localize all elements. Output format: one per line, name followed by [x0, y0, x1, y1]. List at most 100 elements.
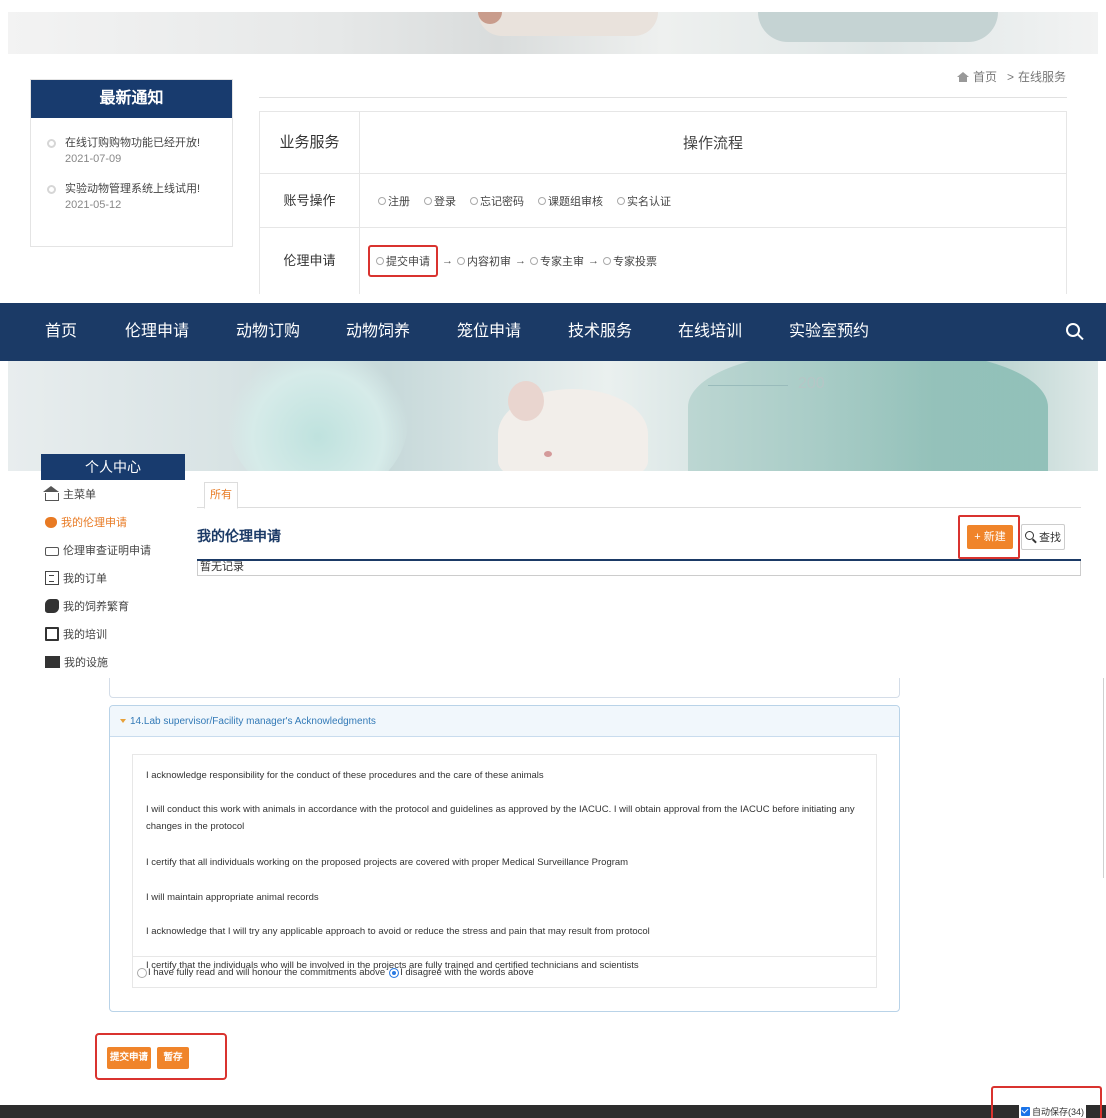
step-initial-review[interactable]: 内容初审 [457, 253, 511, 269]
disagree-label[interactable]: I disagree with the words above [400, 967, 534, 978]
notice-item-title[interactable]: 实验动物管理系统上线试用! [65, 182, 232, 196]
hero-flask-shape [228, 361, 408, 471]
find-button[interactable]: 查找 [1021, 524, 1065, 550]
printer-icon [45, 547, 59, 556]
page-title: 我的伦理申请 [197, 528, 281, 544]
header-business-service: 业务服务 [260, 112, 360, 173]
step-login[interactable]: 登录 [424, 193, 456, 209]
banner-mouse-shape [478, 12, 658, 36]
flow-header-row: 业务服务 操作流程 [260, 112, 1066, 174]
previous-section-edge [109, 678, 900, 698]
notice-item-date: 2021-07-09 [65, 153, 122, 165]
ack-statement: I acknowledge that I will try any applic… [146, 926, 650, 937]
breadcrumb-current: 在线服务 [1017, 70, 1066, 84]
notice-item[interactable]: 在线订购购物功能已经开放! 2021-07-09 [31, 136, 232, 166]
training-icon [45, 627, 59, 641]
bullet-icon [47, 139, 56, 148]
flow-row-ethics: 伦理申请 提交申请 → 内容初审 → 专家主审 → 专家投票 [260, 228, 1066, 294]
sidebar-item-my-breeding[interactable]: 我的饲养繁育 [41, 592, 185, 620]
sidebar-item-main-menu[interactable]: 主菜单 [41, 480, 185, 508]
notice-item-title[interactable]: 在线订购购物功能已经开放! [65, 136, 232, 150]
hero-scale-text: 200 [798, 375, 825, 392]
search-icon[interactable] [1066, 323, 1084, 341]
agree-label[interactable]: I have fully read and will honour the co… [148, 967, 385, 978]
step-register[interactable]: 注册 [378, 193, 410, 209]
footer-bar [0, 1105, 1106, 1118]
sidebar-item-my-orders[interactable]: 我的订单 [41, 564, 185, 592]
circle-icon [376, 257, 384, 265]
new-button[interactable]: + 新建 [967, 525, 1013, 549]
personal-center-sidebar: 个人中心 主菜单 我的伦理申请 伦理审查证明申请 我的订单 我的饲养繁育 我的培… [41, 454, 185, 676]
ethics-steps: 提交申请 → 内容初审 → 专家主审 → 专家投票 [360, 228, 1066, 294]
arrow-icon: → [442, 255, 453, 267]
flow-row-account: 账号操作 注册 登录 忘记密码 课题组审核 实名认证 [260, 174, 1066, 228]
tab-bar: 所有 [197, 478, 1081, 509]
disagree-radio[interactable] [389, 967, 400, 978]
animal-icon [45, 599, 59, 613]
arrow-icon: → [588, 255, 599, 267]
agree-radio[interactable] [137, 967, 147, 978]
banner-image [8, 12, 1098, 54]
ack-statement: I acknowledge responsibility for the con… [146, 770, 544, 781]
sidebar-item-my-ethics[interactable]: 我的伦理申请 [41, 508, 185, 536]
breadcrumb-home[interactable]: 首页 [973, 68, 997, 85]
circle-icon [617, 196, 625, 205]
row-label-ethics: 伦理申请 [260, 228, 360, 294]
nav-cage-application[interactable]: 笼位申请 [457, 303, 521, 361]
nav-lab-booking[interactable]: 实验室预约 [789, 303, 869, 361]
sidebar-item-my-training[interactable]: 我的培训 [41, 620, 185, 648]
account-steps: 注册 登录 忘记密码 课题组审核 实名认证 [360, 174, 1066, 227]
circle-icon [424, 196, 432, 205]
nav-online-training[interactable]: 在线培训 [678, 303, 742, 361]
ack-statement: I will conduct this work with animals in… [146, 804, 855, 832]
save-draft-button[interactable]: 暂存 [157, 1047, 189, 1069]
ack-statement: I will maintain appropriate animal recor… [146, 892, 319, 903]
home-icon [43, 486, 59, 501]
row-label-account: 账号操作 [260, 174, 360, 227]
acknowledgment-form-panel: 14.Lab supervisor/Facility manager's Ack… [0, 678, 1106, 1118]
step-expert-review[interactable]: 专家主审 [530, 253, 584, 269]
bullet-icon [47, 185, 56, 194]
circle-icon [457, 257, 465, 265]
search-icon [1025, 531, 1037, 544]
empty-record-text: 暂无记录 [197, 561, 1081, 576]
breadcrumb-separator: > [1006, 69, 1014, 84]
step-submit-application[interactable]: 提交申请 [368, 245, 438, 277]
sidebar-item-ethics-certificate[interactable]: 伦理审查证明申请 [41, 536, 185, 564]
notice-item-date: 2021-05-12 [65, 199, 122, 211]
step-forgot-password[interactable]: 忘记密码 [470, 193, 524, 209]
sidebar-item-my-facilities[interactable]: 我的设施 [41, 648, 185, 676]
ack-statement: I certify that all individuals working o… [146, 857, 629, 868]
nav-ethics-application[interactable]: 伦理申请 [125, 303, 189, 361]
breadcrumb: 首页 > 在线服务 [956, 68, 1066, 85]
main-nav: 首页 伦理申请 动物订购 动物饲养 笼位申请 技术服务 在线培训 实验室预约 [0, 303, 1106, 361]
latest-notice-panel: 最新通知 在线订购购物功能已经开放! 2021-07-09 实验动物管理系统上线… [30, 79, 233, 247]
circle-icon [378, 196, 386, 205]
circle-icon [470, 196, 478, 205]
nav-technical-service[interactable]: 技术服务 [568, 303, 632, 361]
notice-item[interactable]: 实验动物管理系统上线试用! 2021-05-12 [31, 182, 232, 212]
tab-all[interactable]: 所有 [204, 482, 238, 509]
step-expert-vote[interactable]: 专家投票 [603, 253, 657, 269]
service-page-panel: 最新通知 在线订购购物功能已经开放! 2021-07-09 实验动物管理系统上线… [0, 0, 1106, 303]
step-real-name[interactable]: 实名认证 [617, 193, 671, 209]
circle-icon [538, 196, 546, 205]
section-header[interactable]: 14.Lab supervisor/Facility manager's Ack… [110, 706, 899, 737]
home-icon [956, 71, 969, 82]
sidebar-title: 个人中心 [41, 454, 185, 480]
checkbox-icon[interactable] [1021, 1107, 1030, 1116]
nav-home[interactable]: 首页 [45, 303, 77, 361]
autosave-toggle[interactable]: 自动保存(34) [1019, 1105, 1087, 1118]
find-button-label: 查找 [1039, 532, 1061, 544]
submit-application-button[interactable]: 提交申请 [107, 1047, 151, 1069]
section-title: 14.Lab supervisor/Facility manager's Ack… [130, 716, 376, 727]
acknowledgment-section: 14.Lab supervisor/Facility manager's Ack… [109, 705, 900, 1012]
building-icon [45, 656, 60, 668]
caret-down-icon [120, 719, 126, 724]
personal-center-panel: 首页 伦理申请 动物订购 动物饲养 笼位申请 技术服务 在线培训 实验室预约 2… [0, 303, 1106, 678]
nav-animal-ordering[interactable]: 动物订购 [236, 303, 300, 361]
divider [259, 97, 1067, 98]
step-group-review[interactable]: 课题组审核 [538, 193, 603, 209]
nav-animal-feeding[interactable]: 动物饲养 [346, 303, 410, 361]
banner-glass-shape [758, 12, 998, 42]
